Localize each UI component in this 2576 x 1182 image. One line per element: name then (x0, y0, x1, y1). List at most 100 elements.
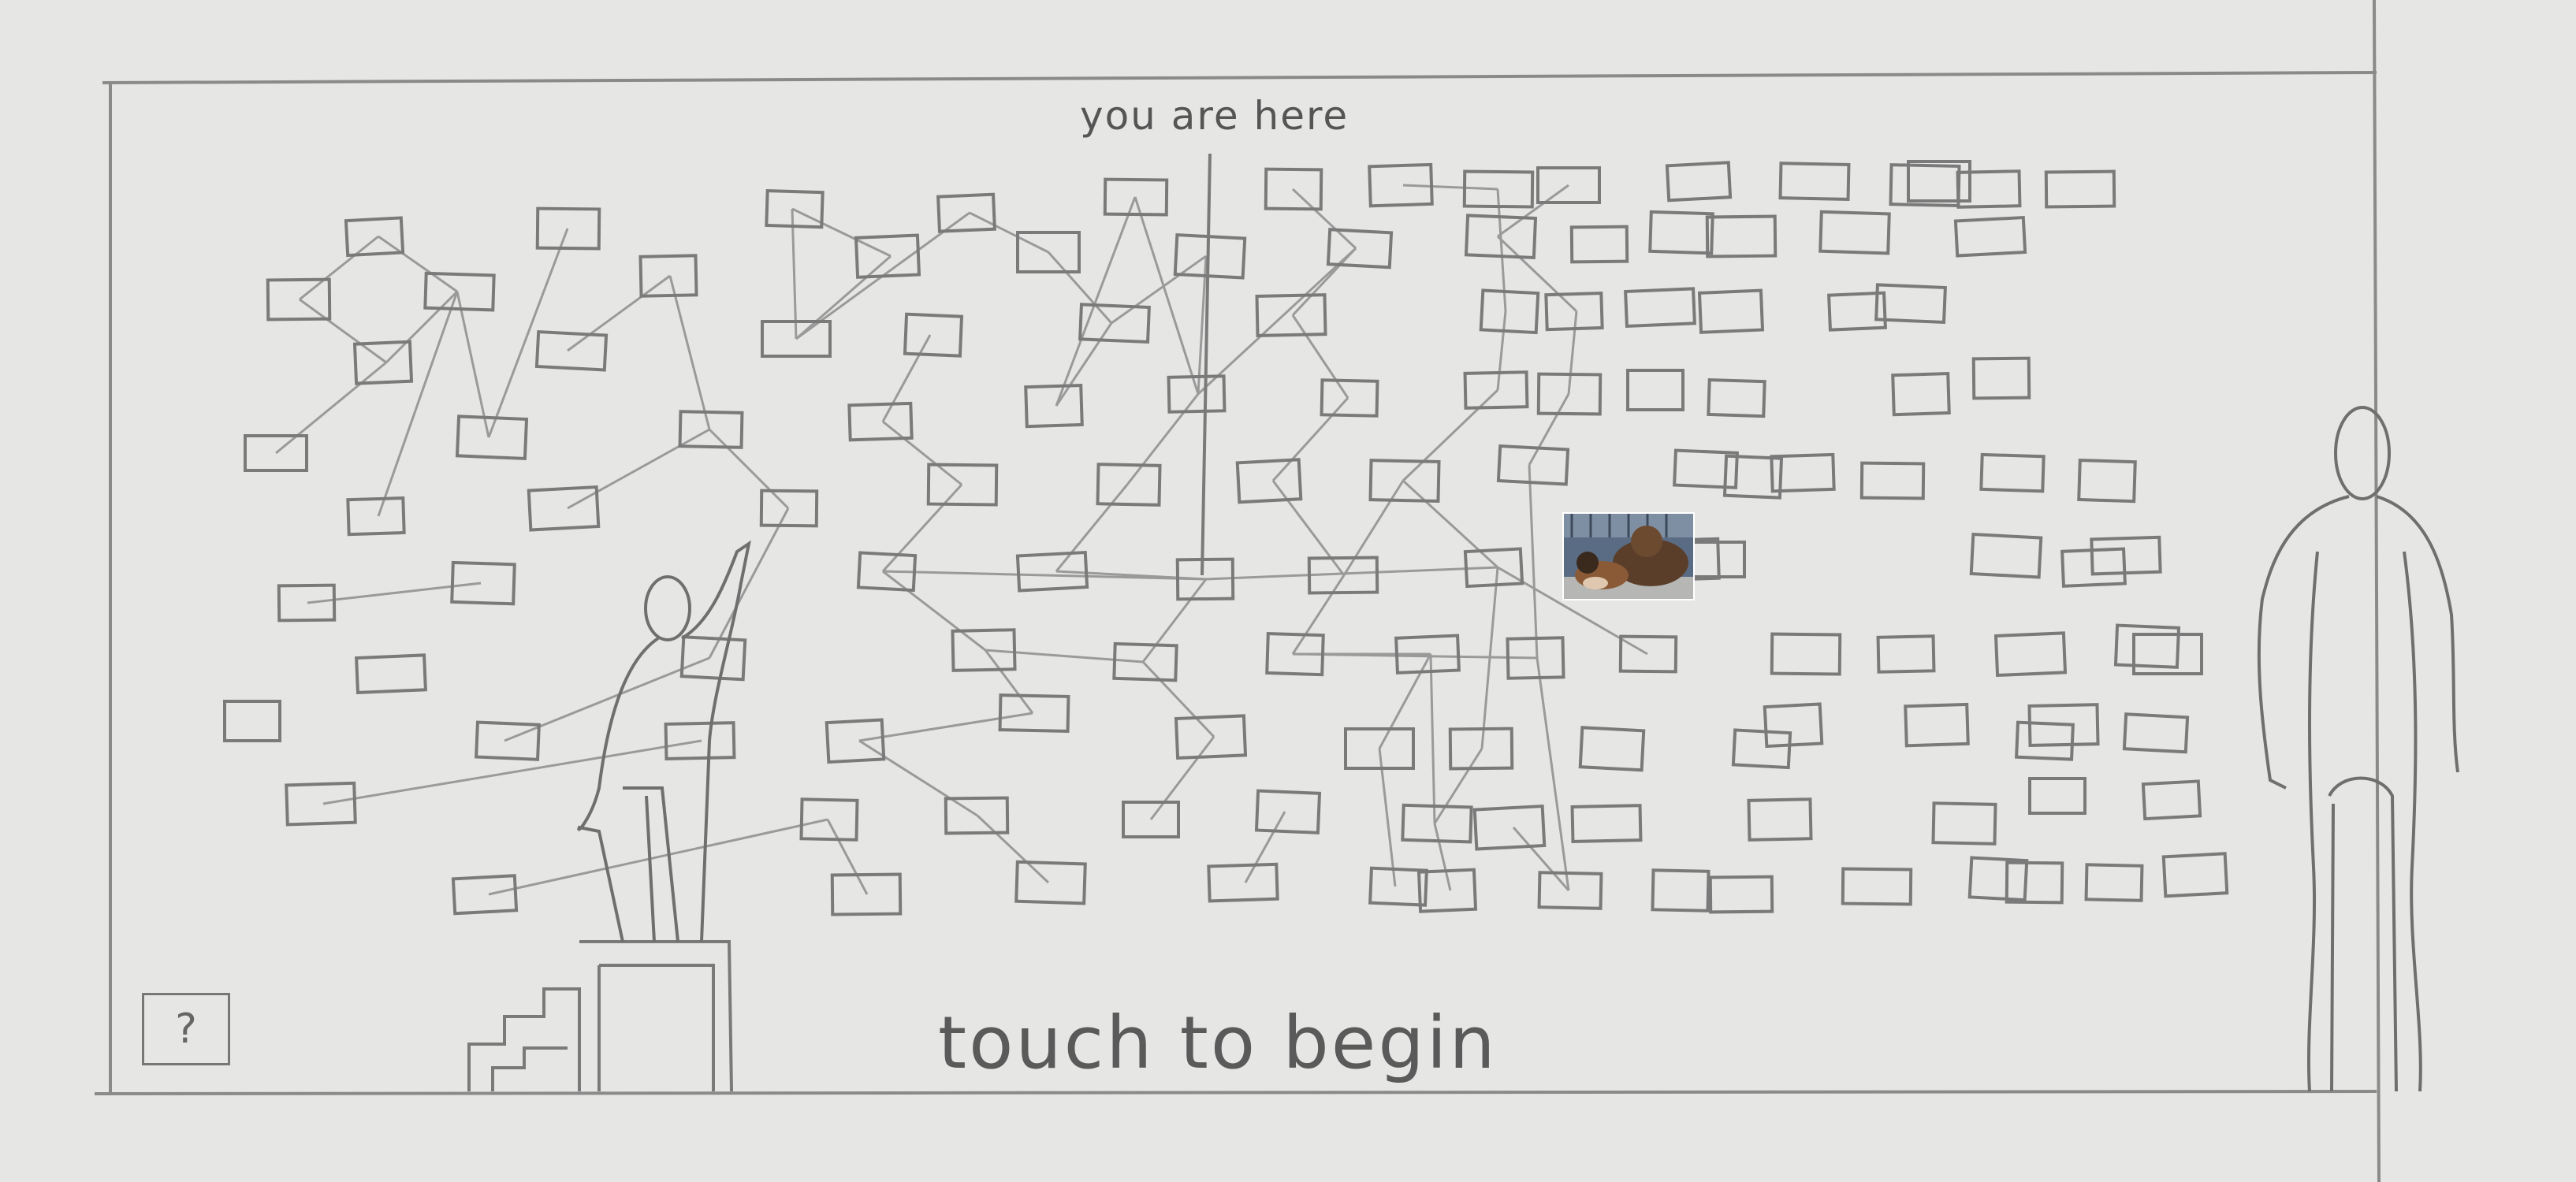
network-node[interactable] (1708, 875, 1774, 914)
network-node[interactable] (1665, 161, 1733, 203)
network-node[interactable] (355, 653, 427, 695)
network-node[interactable] (1122, 801, 1180, 838)
network-node[interactable] (277, 583, 337, 623)
network-node[interactable] (1464, 214, 1538, 260)
network-node[interactable] (1979, 452, 2046, 493)
touch-to-begin-prompt[interactable]: touch to begin (938, 1001, 1498, 1085)
network-node[interactable] (534, 329, 609, 372)
network-node[interactable] (1479, 288, 1540, 335)
network-node[interactable] (1889, 163, 1961, 207)
network-node[interactable] (344, 216, 405, 258)
network-node[interactable] (2141, 779, 2202, 821)
network-node[interactable] (1648, 210, 1714, 255)
network-node[interactable] (1506, 636, 1565, 680)
network-node[interactable] (1307, 556, 1379, 595)
network-node[interactable] (1175, 557, 1235, 601)
network-node[interactable] (678, 410, 744, 449)
network-node[interactable] (1174, 714, 1248, 760)
network-node[interactable] (352, 340, 414, 385)
network-node[interactable] (1344, 727, 1415, 770)
cat-photo-card[interactable] (1562, 512, 1695, 600)
network-node[interactable] (1264, 167, 1323, 211)
network-node[interactable] (1570, 804, 1643, 843)
network-node[interactable] (346, 496, 406, 537)
network-node[interactable] (1651, 868, 1711, 913)
network-node[interactable] (2028, 777, 2086, 815)
network-node[interactable] (1207, 862, 1279, 903)
network-node[interactable] (1016, 231, 1081, 273)
network-node[interactable] (1967, 856, 2029, 902)
network-node[interactable] (1763, 702, 1824, 749)
network-node[interactable] (926, 463, 999, 507)
network-node[interactable] (1103, 177, 1169, 217)
network-node[interactable] (455, 414, 529, 461)
network-node[interactable] (761, 320, 832, 358)
network-node[interactable] (2060, 547, 2127, 588)
network-node[interactable] (830, 872, 903, 916)
network-node[interactable] (903, 312, 964, 358)
network-node[interactable] (1255, 293, 1327, 337)
network-node[interactable] (1368, 162, 1434, 208)
network-node[interactable] (1969, 532, 2043, 579)
network-node[interactable] (1956, 169, 2022, 209)
network-node[interactable] (2122, 712, 2190, 754)
network-node[interactable] (951, 628, 1017, 672)
network-node[interactable] (1167, 374, 1227, 414)
network-node[interactable] (1626, 369, 1684, 411)
network-node[interactable] (1569, 225, 1629, 264)
network-node[interactable] (1818, 210, 1891, 255)
network-node[interactable] (535, 206, 601, 251)
network-node[interactable] (1778, 162, 1851, 201)
network-node[interactable] (2132, 633, 2203, 675)
network-node[interactable] (1463, 370, 1529, 410)
network-node[interactable] (1770, 632, 1842, 676)
network-node[interactable] (1112, 641, 1178, 682)
network-node[interactable] (1578, 726, 1646, 772)
network-node[interactable] (2084, 863, 2144, 902)
network-node[interactable] (679, 635, 747, 682)
network-node[interactable] (1544, 291, 1604, 332)
network-node[interactable] (998, 693, 1070, 733)
network-node[interactable] (759, 489, 819, 528)
network-node[interactable] (285, 781, 357, 827)
network-node[interactable] (1931, 801, 1997, 846)
network-node[interactable] (451, 874, 519, 916)
network-node[interactable] (1747, 797, 1813, 842)
network-node[interactable] (1770, 452, 1836, 493)
network-node[interactable] (1904, 702, 1970, 748)
network-node[interactable] (856, 551, 918, 593)
network-node[interactable] (1993, 631, 2068, 678)
network-node[interactable] (223, 700, 281, 742)
network-node[interactable] (1624, 287, 1696, 329)
network-node[interactable] (847, 401, 914, 442)
network-node[interactable] (450, 560, 516, 606)
network-node[interactable] (1705, 214, 1778, 258)
network-node[interactable] (1536, 372, 1603, 416)
network-node[interactable] (1320, 378, 1379, 418)
network-node[interactable] (1448, 727, 1514, 771)
network-node[interactable] (1173, 232, 1247, 280)
network-node[interactable] (1078, 303, 1151, 344)
network-node[interactable] (1971, 356, 2031, 400)
network-node[interactable] (765, 188, 825, 229)
network-node[interactable] (664, 721, 736, 760)
network-node[interactable] (1265, 631, 1325, 677)
network-node[interactable] (1841, 867, 1913, 906)
network-node[interactable] (1891, 371, 1951, 417)
network-node[interactable] (244, 434, 308, 472)
network-node[interactable] (1096, 463, 1162, 507)
network-node[interactable] (1618, 634, 1678, 674)
network-node[interactable] (2015, 720, 2075, 761)
network-node[interactable] (1472, 804, 1547, 851)
network-node[interactable] (854, 233, 921, 279)
network-node[interactable] (1401, 803, 1473, 844)
network-node[interactable] (638, 254, 698, 298)
network-node[interactable] (799, 797, 859, 842)
help-button[interactable]: ? (142, 993, 230, 1065)
network-node[interactable] (1697, 288, 1765, 334)
network-node[interactable] (1536, 166, 1601, 204)
network-node[interactable] (1874, 283, 1947, 325)
network-node[interactable] (1859, 461, 1926, 500)
network-node[interactable] (1463, 547, 1524, 589)
network-node[interactable] (423, 271, 496, 312)
